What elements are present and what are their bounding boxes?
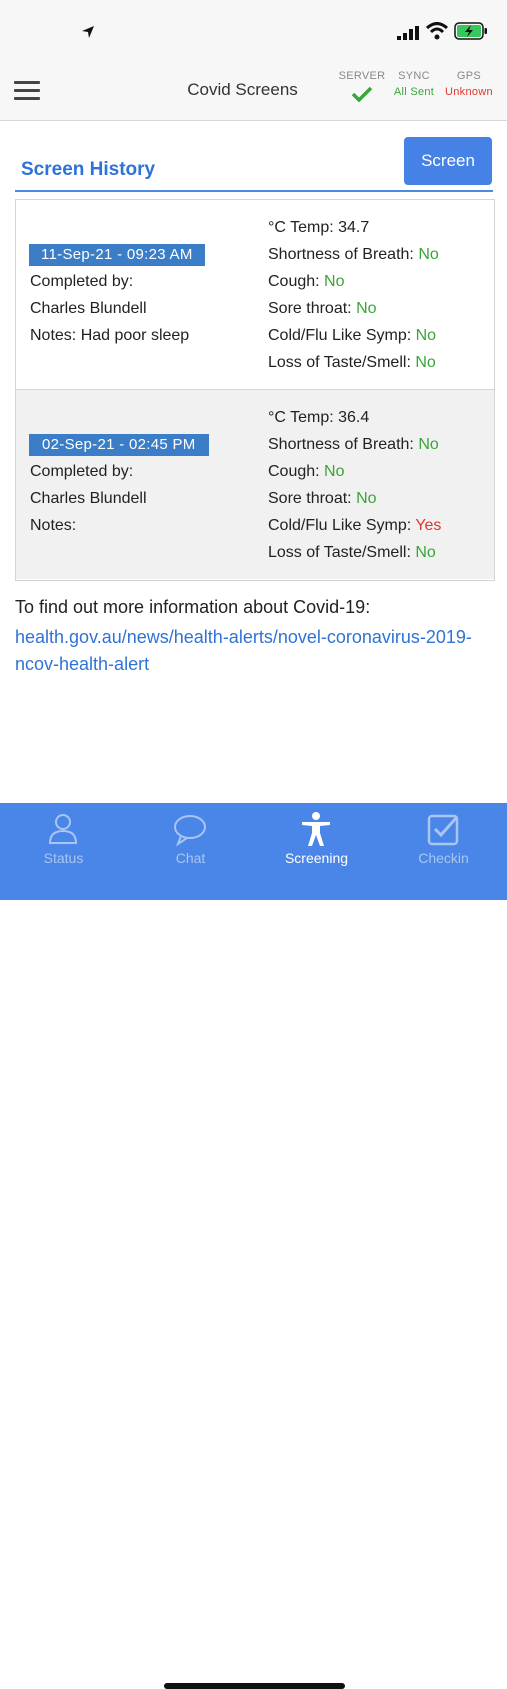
history-entry[interactable]: 11-Sep-21 - 09:23 AM Completed by: Charl… <box>16 200 494 390</box>
tab-screening[interactable]: Screening <box>253 803 380 883</box>
shortness-of-breath: Shortness of Breath: No <box>268 246 439 264</box>
sore-throat-answer: No <box>356 490 377 507</box>
cold-flu-symptoms: Cold/Flu Like Symp: Yes <box>268 517 441 535</box>
wifi-icon <box>426 22 448 40</box>
tab-chat-label: Chat <box>175 850 206 866</box>
cold-flu-label: Cold/Flu Like Symp: <box>268 517 412 534</box>
sync-status: SYNC All Sent <box>388 70 440 98</box>
notes-text: Notes: <box>30 517 77 534</box>
chat-bubble-icon <box>174 815 206 847</box>
notes-text: Notes: Had poor sleep <box>30 327 190 344</box>
cough-label: Cough: <box>268 273 320 290</box>
gps-status-value: Unknown <box>445 86 493 98</box>
sore-throat-label: Sore throat: <box>268 490 352 507</box>
loss-of-taste-label: Loss of Taste/Smell: <box>268 354 411 371</box>
info-text: To find out more information about Covid… <box>15 597 371 617</box>
hamburger-menu-button[interactable] <box>12 76 44 104</box>
shortness-of-breath-answer: No <box>418 436 439 453</box>
date-badge: 11-Sep-21 - 09:23 AM <box>29 244 205 266</box>
screen-button[interactable]: Screen <box>404 137 492 185</box>
sync-status-value: All Sent <box>393 86 435 98</box>
loss-of-taste-label: Loss of Taste/Smell: <box>268 544 411 561</box>
tab-checkin[interactable]: Checkin <box>380 803 507 883</box>
screen-history-list: 11-Sep-21 - 09:23 AM Completed by: Charl… <box>15 199 495 581</box>
home-indicator <box>164 1683 345 1689</box>
gps-status: GPS Unknown <box>440 70 498 98</box>
completed-by-name: Charles Blundell <box>30 300 147 317</box>
cough: Cough: No <box>268 463 345 481</box>
temperature: °C Temp: 34.7 <box>268 219 370 236</box>
status-bar <box>0 0 507 62</box>
cough: Cough: No <box>268 273 345 291</box>
tab-checkin-label: Checkin <box>418 850 469 866</box>
shortness-of-breath: Shortness of Breath: No <box>268 436 439 454</box>
server-status-label: SERVER <box>338 70 386 82</box>
check-icon <box>351 86 373 102</box>
cold-flu-answer: No <box>415 327 437 344</box>
loss-of-taste-answer: No <box>415 544 436 561</box>
section-divider <box>15 190 493 192</box>
cough-answer: No <box>324 463 345 480</box>
page-title: Covid Screens <box>187 80 298 99</box>
sore-throat-label: Sore throat: <box>268 300 352 317</box>
shortness-of-breath-label: Shortness of Breath: <box>268 436 414 453</box>
checkbox-icon <box>427 814 459 846</box>
sore-throat: Sore throat: No <box>268 490 377 508</box>
completed-by-label: Completed by: <box>30 273 134 290</box>
gps-status-label: GPS <box>456 70 482 82</box>
cellular-signal-icon <box>397 26 419 40</box>
completed-by-label: Completed by: <box>30 463 134 480</box>
date-badge: 02-Sep-21 - 02:45 PM <box>29 434 209 456</box>
section-title: Screen History <box>21 159 156 180</box>
tab-chat[interactable]: Chat <box>127 803 254 883</box>
loss-of-taste-smell: Loss of Taste/Smell: No <box>268 354 436 372</box>
loss-of-taste-smell: Loss of Taste/Smell: No <box>268 544 436 562</box>
tab-screening-label: Screening <box>284 850 349 866</box>
battery-charging-icon <box>454 22 487 40</box>
cold-flu-answer: Yes <box>415 517 442 534</box>
health-info-link[interactable]: health.gov.au/news/health-alerts/novel-c… <box>15 624 495 678</box>
cold-flu-label: Cold/Flu Like Symp: <box>268 327 412 344</box>
cough-answer: No <box>324 273 345 290</box>
sync-status-label: SYNC <box>398 70 430 82</box>
shortness-of-breath-answer: No <box>418 246 439 263</box>
sore-throat-answer: No <box>356 300 377 317</box>
temperature: °C Temp: 36.4 <box>268 409 370 426</box>
tab-status-label: Status <box>43 850 84 866</box>
server-status: SERVER <box>336 70 388 105</box>
loss-of-taste-answer: No <box>415 354 436 371</box>
sore-throat: Sore throat: No <box>268 300 377 318</box>
cough-label: Cough: <box>268 463 320 480</box>
location-arrow-icon <box>82 26 94 38</box>
app-header: Covid Screens SERVER SYNC All Sent GPS U… <box>0 62 507 121</box>
shortness-of-breath-label: Shortness of Breath: <box>268 246 414 263</box>
cold-flu-symptoms: Cold/Flu Like Symp: No <box>268 327 436 345</box>
person-icon <box>48 814 78 844</box>
tab-status[interactable]: Status <box>0 803 127 883</box>
history-entry[interactable]: 02-Sep-21 - 02:45 PM Completed by: Charl… <box>16 390 494 579</box>
completed-by-name: Charles Blundell <box>30 490 147 507</box>
body-icon <box>302 812 330 846</box>
bottom-tab-bar: Status Chat Screening Checkin <box>0 803 507 1689</box>
